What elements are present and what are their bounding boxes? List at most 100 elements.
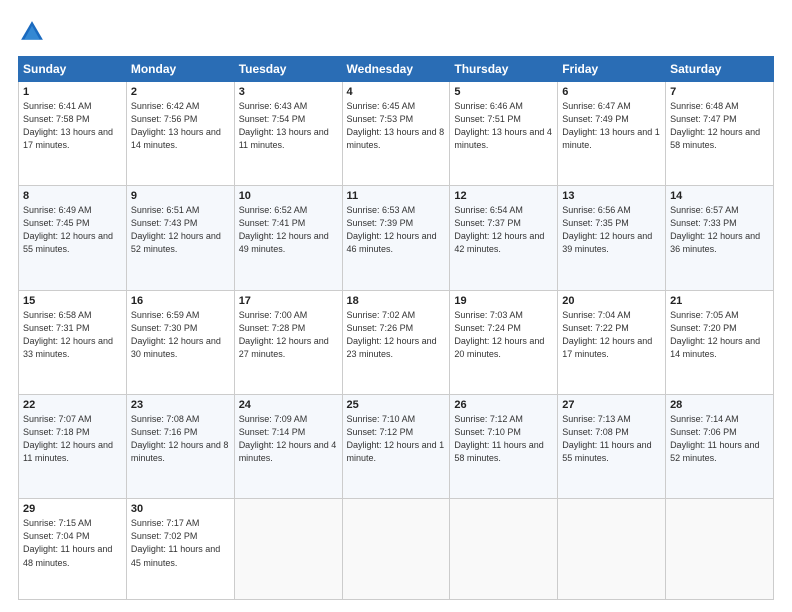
calendar-cell: 5 Sunrise: 6:46 AMSunset: 7:51 PMDayligh… — [450, 82, 558, 186]
day-info: Sunrise: 7:10 AMSunset: 7:12 PMDaylight:… — [347, 414, 445, 463]
calendar-cell: 25 Sunrise: 7:10 AMSunset: 7:12 PMDaylig… — [342, 395, 450, 499]
day-number: 21 — [670, 295, 769, 307]
calendar-cell: 12 Sunrise: 6:54 AMSunset: 7:37 PMDaylig… — [450, 186, 558, 290]
day-info: Sunrise: 7:03 AMSunset: 7:24 PMDaylight:… — [454, 310, 544, 359]
day-info: Sunrise: 6:54 AMSunset: 7:37 PMDaylight:… — [454, 205, 544, 254]
calendar-cell: 23 Sunrise: 7:08 AMSunset: 7:16 PMDaylig… — [126, 395, 234, 499]
day-info: Sunrise: 7:12 AMSunset: 7:10 PMDaylight:… — [454, 414, 543, 463]
day-info: Sunrise: 7:13 AMSunset: 7:08 PMDaylight:… — [562, 414, 651, 463]
day-info: Sunrise: 7:08 AMSunset: 7:16 PMDaylight:… — [131, 414, 229, 463]
day-number: 22 — [23, 399, 122, 411]
day-number: 2 — [131, 86, 230, 98]
calendar-cell — [666, 499, 774, 600]
day-number: 29 — [23, 503, 122, 515]
day-number: 5 — [454, 86, 553, 98]
day-info: Sunrise: 6:43 AMSunset: 7:54 PMDaylight:… — [239, 101, 329, 150]
logo-icon — [18, 18, 46, 46]
page: SundayMondayTuesdayWednesdayThursdayFrid… — [0, 0, 792, 612]
day-info: Sunrise: 7:02 AMSunset: 7:26 PMDaylight:… — [347, 310, 437, 359]
weekday-header: Saturday — [666, 57, 774, 82]
day-number: 17 — [239, 295, 338, 307]
weekday-header: Wednesday — [342, 57, 450, 82]
day-number: 30 — [131, 503, 230, 515]
day-info: Sunrise: 7:15 AMSunset: 7:04 PMDaylight:… — [23, 518, 112, 567]
calendar-cell — [450, 499, 558, 600]
day-info: Sunrise: 7:17 AMSunset: 7:02 PMDaylight:… — [131, 518, 220, 567]
calendar-cell: 13 Sunrise: 6:56 AMSunset: 7:35 PMDaylig… — [558, 186, 666, 290]
day-info: Sunrise: 6:42 AMSunset: 7:56 PMDaylight:… — [131, 101, 221, 150]
weekday-header: Monday — [126, 57, 234, 82]
day-number: 24 — [239, 399, 338, 411]
day-number: 7 — [670, 86, 769, 98]
day-info: Sunrise: 7:07 AMSunset: 7:18 PMDaylight:… — [23, 414, 113, 463]
day-info: Sunrise: 6:47 AMSunset: 7:49 PMDaylight:… — [562, 101, 660, 150]
day-info: Sunrise: 6:58 AMSunset: 7:31 PMDaylight:… — [23, 310, 113, 359]
day-number: 12 — [454, 190, 553, 202]
calendar-cell: 16 Sunrise: 6:59 AMSunset: 7:30 PMDaylig… — [126, 290, 234, 394]
day-info: Sunrise: 6:46 AMSunset: 7:51 PMDaylight:… — [454, 101, 552, 150]
day-number: 6 — [562, 86, 661, 98]
day-number: 9 — [131, 190, 230, 202]
calendar-cell: 7 Sunrise: 6:48 AMSunset: 7:47 PMDayligh… — [666, 82, 774, 186]
day-info: Sunrise: 6:52 AMSunset: 7:41 PMDaylight:… — [239, 205, 329, 254]
calendar-cell: 20 Sunrise: 7:04 AMSunset: 7:22 PMDaylig… — [558, 290, 666, 394]
day-number: 14 — [670, 190, 769, 202]
calendar-cell: 3 Sunrise: 6:43 AMSunset: 7:54 PMDayligh… — [234, 82, 342, 186]
day-info: Sunrise: 6:45 AMSunset: 7:53 PMDaylight:… — [347, 101, 445, 150]
weekday-header: Thursday — [450, 57, 558, 82]
day-number: 19 — [454, 295, 553, 307]
day-number: 1 — [23, 86, 122, 98]
calendar-cell: 10 Sunrise: 6:52 AMSunset: 7:41 PMDaylig… — [234, 186, 342, 290]
day-info: Sunrise: 6:51 AMSunset: 7:43 PMDaylight:… — [131, 205, 221, 254]
calendar-cell: 11 Sunrise: 6:53 AMSunset: 7:39 PMDaylig… — [342, 186, 450, 290]
weekday-header: Friday — [558, 57, 666, 82]
calendar-cell: 8 Sunrise: 6:49 AMSunset: 7:45 PMDayligh… — [19, 186, 127, 290]
day-info: Sunrise: 6:49 AMSunset: 7:45 PMDaylight:… — [23, 205, 113, 254]
day-number: 3 — [239, 86, 338, 98]
calendar-cell: 27 Sunrise: 7:13 AMSunset: 7:08 PMDaylig… — [558, 395, 666, 499]
day-number: 26 — [454, 399, 553, 411]
day-info: Sunrise: 7:14 AMSunset: 7:06 PMDaylight:… — [670, 414, 759, 463]
calendar-cell: 14 Sunrise: 6:57 AMSunset: 7:33 PMDaylig… — [666, 186, 774, 290]
day-number: 20 — [562, 295, 661, 307]
calendar-cell: 4 Sunrise: 6:45 AMSunset: 7:53 PMDayligh… — [342, 82, 450, 186]
calendar-cell: 17 Sunrise: 7:00 AMSunset: 7:28 PMDaylig… — [234, 290, 342, 394]
header — [18, 18, 774, 46]
day-number: 13 — [562, 190, 661, 202]
calendar-cell: 19 Sunrise: 7:03 AMSunset: 7:24 PMDaylig… — [450, 290, 558, 394]
day-number: 23 — [131, 399, 230, 411]
day-info: Sunrise: 6:53 AMSunset: 7:39 PMDaylight:… — [347, 205, 437, 254]
calendar-cell: 29 Sunrise: 7:15 AMSunset: 7:04 PMDaylig… — [19, 499, 127, 600]
day-number: 15 — [23, 295, 122, 307]
day-info: Sunrise: 7:04 AMSunset: 7:22 PMDaylight:… — [562, 310, 652, 359]
calendar-cell — [234, 499, 342, 600]
calendar-cell: 6 Sunrise: 6:47 AMSunset: 7:49 PMDayligh… — [558, 82, 666, 186]
day-number: 10 — [239, 190, 338, 202]
day-info: Sunrise: 7:00 AMSunset: 7:28 PMDaylight:… — [239, 310, 329, 359]
calendar-cell — [342, 499, 450, 600]
day-number: 16 — [131, 295, 230, 307]
day-info: Sunrise: 7:09 AMSunset: 7:14 PMDaylight:… — [239, 414, 337, 463]
calendar-cell: 30 Sunrise: 7:17 AMSunset: 7:02 PMDaylig… — [126, 499, 234, 600]
day-info: Sunrise: 6:56 AMSunset: 7:35 PMDaylight:… — [562, 205, 652, 254]
calendar-cell: 1 Sunrise: 6:41 AMSunset: 7:58 PMDayligh… — [19, 82, 127, 186]
calendar-cell — [558, 499, 666, 600]
calendar-cell: 15 Sunrise: 6:58 AMSunset: 7:31 PMDaylig… — [19, 290, 127, 394]
weekday-header: Sunday — [19, 57, 127, 82]
day-number: 27 — [562, 399, 661, 411]
calendar-cell: 2 Sunrise: 6:42 AMSunset: 7:56 PMDayligh… — [126, 82, 234, 186]
day-info: Sunrise: 7:05 AMSunset: 7:20 PMDaylight:… — [670, 310, 760, 359]
logo — [18, 18, 50, 46]
day-info: Sunrise: 6:48 AMSunset: 7:47 PMDaylight:… — [670, 101, 760, 150]
day-number: 18 — [347, 295, 446, 307]
calendar-cell: 18 Sunrise: 7:02 AMSunset: 7:26 PMDaylig… — [342, 290, 450, 394]
calendar-cell: 28 Sunrise: 7:14 AMSunset: 7:06 PMDaylig… — [666, 395, 774, 499]
calendar-cell: 21 Sunrise: 7:05 AMSunset: 7:20 PMDaylig… — [666, 290, 774, 394]
day-number: 8 — [23, 190, 122, 202]
day-info: Sunrise: 6:59 AMSunset: 7:30 PMDaylight:… — [131, 310, 221, 359]
day-number: 25 — [347, 399, 446, 411]
day-number: 11 — [347, 190, 446, 202]
day-info: Sunrise: 6:41 AMSunset: 7:58 PMDaylight:… — [23, 101, 113, 150]
calendar-cell: 26 Sunrise: 7:12 AMSunset: 7:10 PMDaylig… — [450, 395, 558, 499]
calendar-cell: 9 Sunrise: 6:51 AMSunset: 7:43 PMDayligh… — [126, 186, 234, 290]
